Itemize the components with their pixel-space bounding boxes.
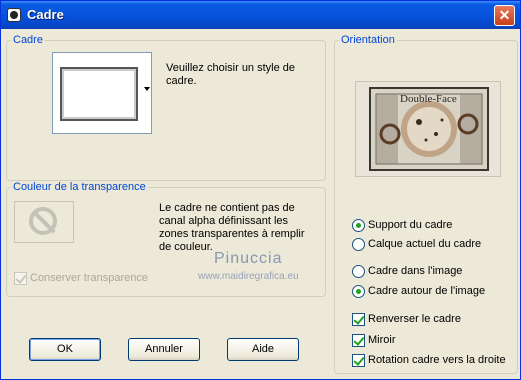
radio-cadre-dans-image[interactable]	[352, 265, 365, 278]
frame-style-picker[interactable]	[52, 52, 152, 134]
radio-support-du-cadre[interactable]	[352, 219, 365, 232]
rotation-droite-checkbox[interactable]	[352, 354, 365, 367]
radio-cadre-autour-image-label: Cadre autour de l'image	[368, 285, 486, 297]
radio-cadre-dans-image-label: Cadre dans l'image	[368, 265, 463, 277]
miroir-checkbox[interactable]	[352, 334, 365, 347]
close-icon: ✕	[498, 7, 511, 23]
orientation-preview: Double-Face	[355, 81, 501, 177]
radio-calque-actuel-label: Calque actuel du cadre	[368, 238, 482, 250]
ok-button[interactable]: OK	[29, 338, 101, 361]
cadre-group-label: Cadre	[13, 34, 43, 46]
renverser-cadre-checkbox[interactable]	[352, 313, 365, 326]
radio-support-du-cadre-label: Support du cadre	[368, 219, 453, 231]
renverser-cadre-label: Renverser le cadre	[368, 313, 461, 325]
transparency-group-label: Couleur de la transparence	[13, 181, 146, 193]
close-button[interactable]: ✕	[494, 5, 515, 26]
title-bar[interactable]: Cadre ✕	[1, 1, 520, 29]
orientation-group-label: Orientation	[341, 34, 395, 46]
frame-thumbnail	[60, 67, 138, 121]
app-icon	[7, 8, 21, 22]
rotation-droite-label: Rotation cadre vers la droite	[368, 354, 506, 366]
cancel-button[interactable]: Annuler	[128, 338, 200, 361]
radio-cadre-autour-image[interactable]	[352, 285, 365, 298]
cadre-description: Veuillez choisir un style de cadre.	[166, 62, 296, 87]
preview-caption: Double-Face	[400, 93, 457, 105]
prohibited-icon	[29, 207, 57, 235]
window-title: Cadre	[27, 7, 64, 22]
miroir-label: Miroir	[368, 334, 396, 346]
orientation-preview-image: Double-Face	[356, 82, 500, 176]
keep-transparency-label: Conserver transparence	[30, 272, 149, 284]
radio-calque-actuel[interactable]	[352, 238, 365, 251]
help-button[interactable]: Aide	[227, 338, 299, 361]
chevron-down-icon[interactable]	[144, 87, 150, 91]
watermark-name: Pinuccia	[214, 250, 283, 267]
keep-transparency-checkbox[interactable]	[14, 272, 27, 285]
cadre-dialog: Cadre ✕ Cadre Veuillez choisir un style …	[0, 0, 521, 380]
watermark-url: www.maidiregrafica.eu	[198, 271, 299, 282]
transparency-info: Le cadre ne contient pas de canal alpha …	[159, 202, 305, 253]
transparency-color-swatch	[14, 201, 74, 243]
